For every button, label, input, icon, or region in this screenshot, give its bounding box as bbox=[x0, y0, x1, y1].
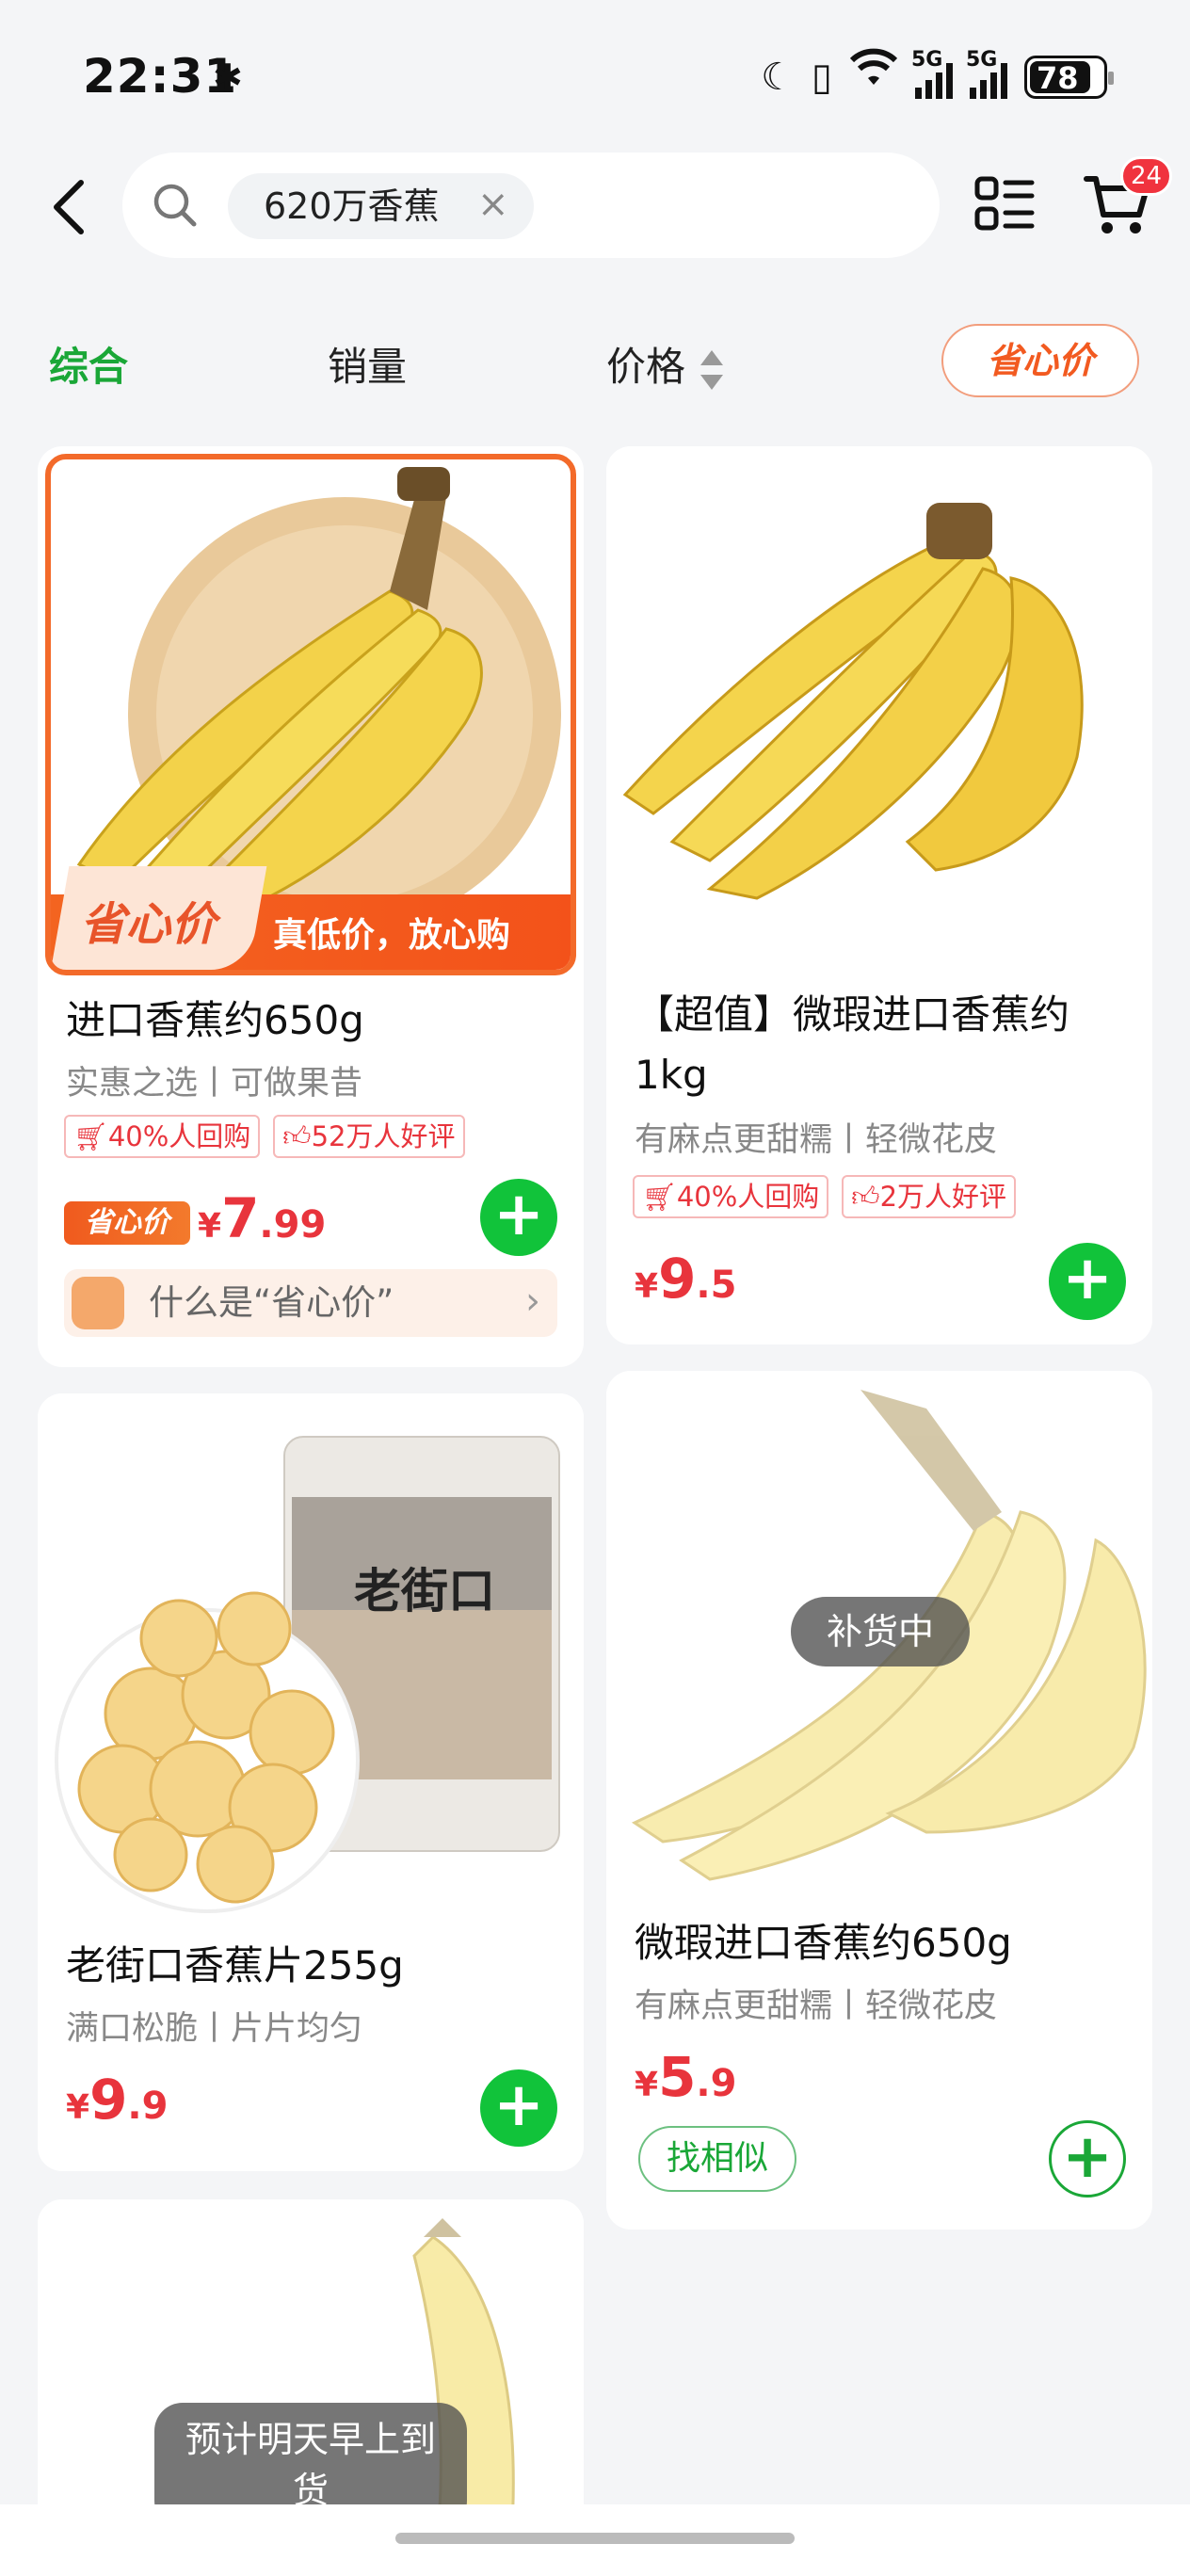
banana-chips-image bbox=[55, 1436, 560, 1913]
product-tags: 🛒︎40%人回购 👍︎2万人好评 bbox=[633, 1175, 1017, 1218]
battery-icon: 78 bbox=[1024, 55, 1114, 99]
search-icon bbox=[153, 184, 197, 227]
product-card[interactable]: 省心价 真低价，放心购 进口香蕉约650g 实惠之选丨可做果昔 🛒︎40%人回购… bbox=[38, 446, 584, 1367]
search-header: 620万香蕉 × 24 bbox=[0, 141, 1190, 264]
tab-saver-price[interactable]: 省心价 bbox=[941, 324, 1139, 397]
add-to-cart-button[interactable]: + bbox=[480, 1179, 557, 1256]
product-subtitle: 实惠之选丨可做果昔 bbox=[66, 1065, 363, 1103]
search-query-chip[interactable]: 620万香蕉 × bbox=[228, 173, 534, 239]
what-is-saver-price-link[interactable]: 什么是“省心价” › bbox=[64, 1269, 557, 1337]
product-title: 进口香蕉约650g bbox=[66, 997, 364, 1043]
product-tags: 🛒︎40%人回购 👍︎52万人好评 bbox=[64, 1115, 465, 1158]
cart-small-icon: 🛒︎ bbox=[73, 1120, 108, 1152]
product-price: ¥5.9 bbox=[635, 2045, 737, 2109]
network-type-2: 5G bbox=[966, 47, 998, 72]
product-subtitle: 有麻点更甜糯丨轻微花皮 bbox=[635, 1121, 998, 1159]
thumb-up-icon: 👍︎ bbox=[282, 1120, 312, 1152]
tab-overall[interactable]: 综合 bbox=[49, 335, 128, 393]
search-bar[interactable]: 620万香蕉 × bbox=[122, 153, 940, 258]
product-card[interactable]: 【超值】微瑕进口香蕉约1kg 有麻点更甜糯丨轻微花皮 🛒︎40%人回购 👍︎2万… bbox=[606, 446, 1152, 1344]
thumb-up-icon: 👍︎ bbox=[851, 1181, 880, 1213]
battery-level: 78 bbox=[1037, 59, 1079, 96]
signal-icon: 5G bbox=[911, 48, 953, 99]
clear-query-icon[interactable]: × bbox=[477, 173, 509, 235]
banana-bunch-image bbox=[622, 503, 1084, 900]
lightning-icon bbox=[72, 1277, 124, 1329]
tab-price[interactable]: 价格 bbox=[606, 335, 724, 393]
package-brand: 老街口 bbox=[354, 1564, 495, 1618]
cart-small-icon: 🛒︎ bbox=[642, 1181, 677, 1213]
promo-logo: 省心价 bbox=[80, 898, 217, 951]
product-price: ¥9.9 bbox=[66, 2068, 169, 2132]
product-title: 老街口香蕉片255g bbox=[66, 1942, 404, 1988]
saver-price-badge: 省心价 bbox=[64, 1201, 190, 1245]
moon-icon: ☾ bbox=[761, 55, 795, 99]
saver-promo-banner: 省心价 真低价，放心购 bbox=[51, 866, 571, 970]
product-image[interactable] bbox=[606, 446, 1152, 974]
product-title: 微瑕进口香蕉约650g bbox=[635, 1920, 1012, 1966]
product-image[interactable]: 省心价 真低价，放心购 bbox=[45, 454, 576, 975]
cart-count-badge: 24 bbox=[1120, 156, 1173, 196]
chevron-left-icon bbox=[54, 180, 84, 234]
list-view-icon[interactable] bbox=[973, 173, 1036, 235]
review-tag: 👍︎52万人好评 bbox=[273, 1115, 465, 1158]
network-type: 5G bbox=[911, 47, 943, 72]
sort-arrows-icon bbox=[700, 348, 724, 392]
product-image[interactable]: 补货中 bbox=[606, 1371, 1152, 1898]
home-indicator[interactable] bbox=[395, 2533, 795, 2544]
what-is-saver-text: 什么是“省心价” bbox=[149, 1282, 394, 1323]
vibrate-icon: ▯ bbox=[811, 55, 832, 99]
add-to-cart-button[interactable]: + bbox=[1049, 2120, 1126, 2198]
chevron-right-icon: › bbox=[525, 1280, 540, 1323]
product-card[interactable]: 老街口 老街口香蕉片255g 满口松脆丨片片均匀 ¥9.9 + bbox=[38, 1393, 584, 2171]
add-to-cart-button[interactable]: + bbox=[1049, 1243, 1126, 1320]
sort-tabs: 综合 销量 价格 省心价 bbox=[0, 311, 1190, 414]
status-bar: 22:31 ✱ ☾ ▯ 5G 5G 78 bbox=[0, 0, 1190, 151]
bluetooth-icon: ✱ bbox=[213, 56, 243, 98]
wifi-icon bbox=[849, 47, 898, 106]
repurchase-tag: 🛒︎40%人回购 bbox=[64, 1115, 261, 1158]
back-button[interactable] bbox=[41, 169, 98, 245]
repurchase-tag: 🛒︎40%人回购 bbox=[633, 1175, 829, 1218]
product-subtitle: 有麻点更甜糯丨轻微花皮 bbox=[635, 1988, 998, 2025]
add-to-cart-button[interactable]: + bbox=[480, 2069, 557, 2147]
tab-price-label: 价格 bbox=[606, 344, 686, 390]
promo-slogan: 真低价，放心购 bbox=[273, 916, 511, 955]
find-similar-button[interactable]: 找相似 bbox=[638, 2126, 796, 2192]
product-title: 【超值】微瑕进口香蕉约1kg bbox=[635, 991, 1070, 1098]
product-card[interactable]: 补货中 微瑕进口香蕉约650g 有麻点更甜糯丨轻微花皮 ¥5.9 找相似 + bbox=[606, 1371, 1152, 2230]
search-query: 620万香蕉 bbox=[264, 185, 440, 227]
product-price: ¥7.99 bbox=[198, 1186, 327, 1250]
product-price: ¥9.5 bbox=[635, 1247, 737, 1311]
product-image[interactable]: 老街口 bbox=[38, 1393, 584, 1921]
status-icons: ☾ ▯ 5G 5G 78 bbox=[761, 47, 1114, 106]
tab-sales[interactable]: 销量 bbox=[328, 335, 407, 393]
signal-icon-2: 5G bbox=[966, 48, 1007, 99]
product-subtitle: 满口松脆丨片片均匀 bbox=[66, 2010, 363, 2048]
restocking-badge: 补货中 bbox=[791, 1597, 970, 1666]
review-tag: 👍︎2万人好评 bbox=[842, 1175, 1017, 1218]
